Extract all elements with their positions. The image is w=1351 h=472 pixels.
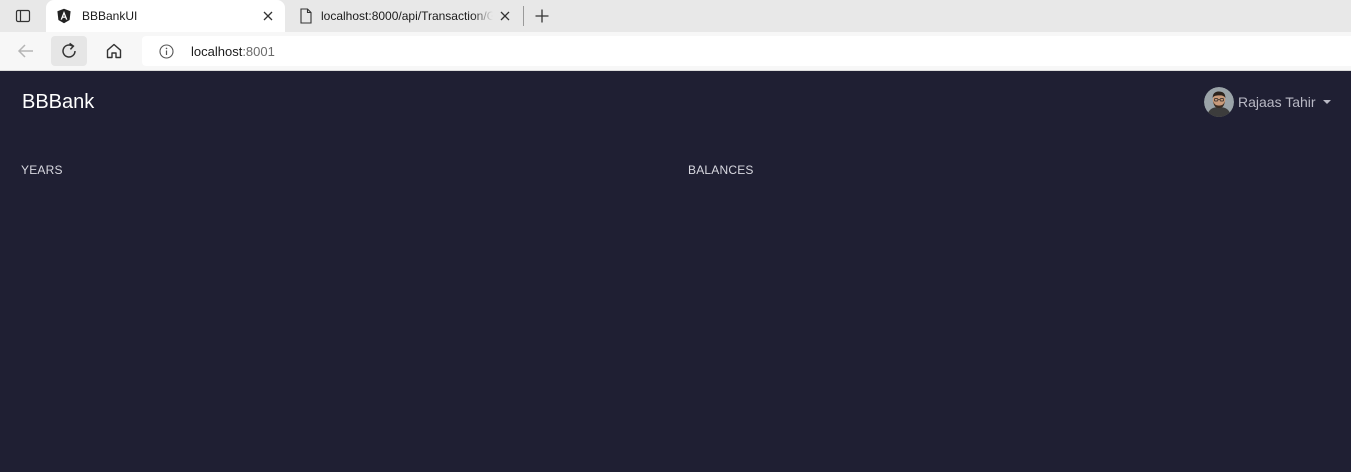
- close-tab-icon[interactable]: [261, 9, 275, 23]
- back-arrow-icon[interactable]: [8, 36, 44, 66]
- tab-actions-icon[interactable]: [8, 4, 38, 28]
- tab-title: localhost:8000/api/Transaction/GetLast12…: [321, 9, 493, 23]
- tab-divider: [523, 6, 524, 26]
- balances-heading: BALANCES: [688, 163, 754, 177]
- user-avatar: [1204, 87, 1234, 117]
- app-content: BBBank Rajaas Tahir YEARS BALANCES: [0, 71, 1351, 472]
- new-tab-icon[interactable]: [531, 5, 553, 27]
- page-icon: [298, 8, 314, 24]
- angular-logo-icon: [56, 8, 72, 24]
- tab-title: BBBankUI: [82, 9, 138, 23]
- close-tab-icon[interactable]: [498, 9, 512, 23]
- url-host: localhost: [191, 44, 243, 59]
- site-info-icon[interactable]: [159, 44, 174, 59]
- user-name: Rajaas Tahir: [1238, 94, 1316, 110]
- reload-icon[interactable]: [51, 36, 87, 66]
- browser-toolbar: localhost:8001: [0, 32, 1351, 71]
- browser-tab-strip: BBBankUI localhost:8000/api/Transaction/…: [0, 0, 1351, 32]
- url-port: :8001: [242, 44, 275, 59]
- browser-tab-api[interactable]: localhost:8000/api/Transaction/GetLast12…: [288, 0, 522, 32]
- brand-logo-text[interactable]: BBBank: [22, 90, 94, 114]
- user-menu[interactable]: Rajaas Tahir: [1204, 87, 1331, 117]
- browser-tab-bbbankui[interactable]: BBBankUI: [46, 0, 285, 32]
- chevron-down-icon: [1322, 100, 1331, 104]
- home-icon[interactable]: [96, 36, 132, 66]
- address-url: localhost:8001: [191, 44, 275, 59]
- address-bar[interactable]: localhost:8001: [142, 36, 1351, 66]
- years-heading: YEARS: [21, 163, 63, 177]
